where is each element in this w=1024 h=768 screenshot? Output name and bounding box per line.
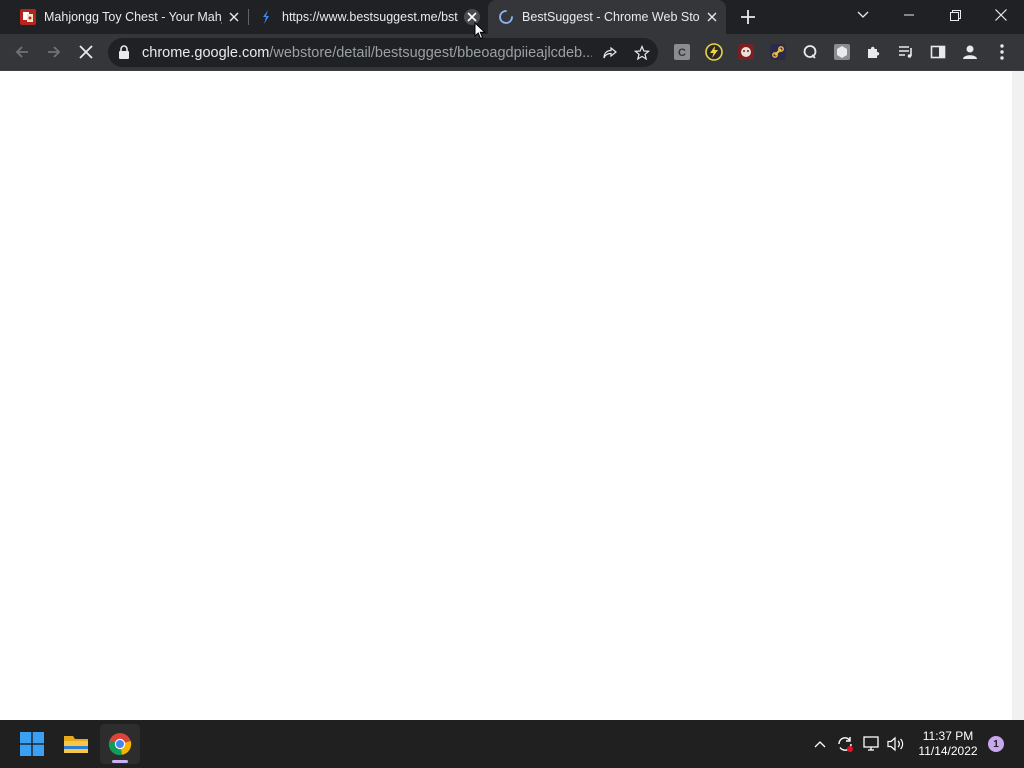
tray-overflow-chevron-icon[interactable] <box>810 734 830 754</box>
forward-button[interactable] <box>40 38 68 66</box>
profile-avatar-icon[interactable] <box>960 42 980 62</box>
extension-q-icon[interactable] <box>800 42 820 62</box>
clock-date: 11/14/2022 <box>918 744 978 758</box>
extension-mascot-icon[interactable] <box>736 42 756 62</box>
bookmark-star-icon[interactable] <box>633 44 651 62</box>
active-app-indicator <box>112 760 128 763</box>
loading-spinner-icon <box>498 9 514 25</box>
chevron-down-icon <box>857 11 869 18</box>
new-tab-button[interactable] <box>734 3 762 31</box>
stop-icon <box>79 45 93 59</box>
browser-toolbar: chrome.google.com/webstore/detail/bestsu… <box>0 34 1024 71</box>
windows-taskbar: 11:37 PM 11/14/2022 <box>0 720 1024 768</box>
extension-link-icon[interactable] <box>768 42 788 62</box>
network-icon[interactable] <box>862 734 882 754</box>
chrome-menu-icon[interactable] <box>992 42 1012 62</box>
restore-icon <box>949 9 961 21</box>
tab-mahjongg[interactable]: Mahjongg Toy Chest - Your Mahj <box>12 0 249 34</box>
share-icon[interactable] <box>601 44 619 62</box>
extension-hexagon-icon[interactable] <box>832 42 852 62</box>
svg-text:C: C <box>678 47 686 59</box>
bestsuggest-favicon-icon <box>258 9 274 25</box>
start-button[interactable] <box>12 724 52 764</box>
restore-button[interactable] <box>932 0 978 30</box>
tab-close-icon[interactable] <box>226 9 242 25</box>
tab-title: BestSuggest - Chrome Web Store <box>522 10 700 24</box>
notification-badge[interactable]: 1 <box>988 736 1004 752</box>
close-window-button[interactable] <box>978 0 1024 30</box>
chrome-taskbar-button[interactable] <box>100 724 140 764</box>
minimize-button[interactable] <box>886 0 932 30</box>
close-icon <box>995 9 1007 21</box>
tab-search-button[interactable] <box>840 0 886 30</box>
windows-logo-icon <box>20 732 44 756</box>
tab-bestsuggest-me[interactable]: https://www.bestsuggest.me/bst <box>250 0 486 34</box>
system-clock[interactable]: 11:37 PM 11/14/2022 <box>912 729 984 759</box>
extension-lightning-icon[interactable] <box>704 42 724 62</box>
clock-time: 11:37 PM <box>922 729 974 743</box>
tab-title: Mahjongg Toy Chest - Your Mahj <box>44 10 222 24</box>
url-text[interactable]: chrome.google.com/webstore/detail/bestsu… <box>142 45 592 61</box>
mahjongg-favicon-icon <box>20 9 36 25</box>
sync-alert-icon[interactable] <box>835 734 855 754</box>
extensions-puzzle-icon[interactable] <box>864 42 884 62</box>
file-explorer-button[interactable] <box>56 724 96 764</box>
side-panel-icon[interactable] <box>928 42 948 62</box>
volume-icon[interactable] <box>886 734 906 754</box>
address-bar[interactable]: chrome.google.com/webstore/detail/bestsu… <box>108 38 658 67</box>
stop-loading-button[interactable] <box>72 38 100 66</box>
extension-c-icon[interactable]: C <box>672 42 692 62</box>
tab-title: https://www.bestsuggest.me/bst <box>282 10 458 24</box>
tab-strip: Mahjongg Toy Chest - Your Mahj https://w… <box>0 0 1024 34</box>
vertical-scrollbar[interactable] <box>1012 71 1024 720</box>
mouse-cursor-icon <box>474 22 486 40</box>
chrome-icon <box>108 733 132 756</box>
tab-separator <box>248 9 249 25</box>
tab-close-icon[interactable] <box>704 9 720 25</box>
plus-icon <box>741 10 755 24</box>
arrow-left-icon <box>15 46 28 58</box>
arrow-right-icon <box>48 46 61 58</box>
minimize-icon <box>904 14 914 16</box>
lock-icon[interactable] <box>118 45 130 64</box>
back-button[interactable] <box>8 38 36 66</box>
tab-chrome-web-store[interactable]: BestSuggest - Chrome Web Store <box>488 0 726 34</box>
page-content <box>0 71 1012 720</box>
media-queue-icon[interactable] <box>896 42 916 62</box>
folder-icon <box>64 736 88 753</box>
